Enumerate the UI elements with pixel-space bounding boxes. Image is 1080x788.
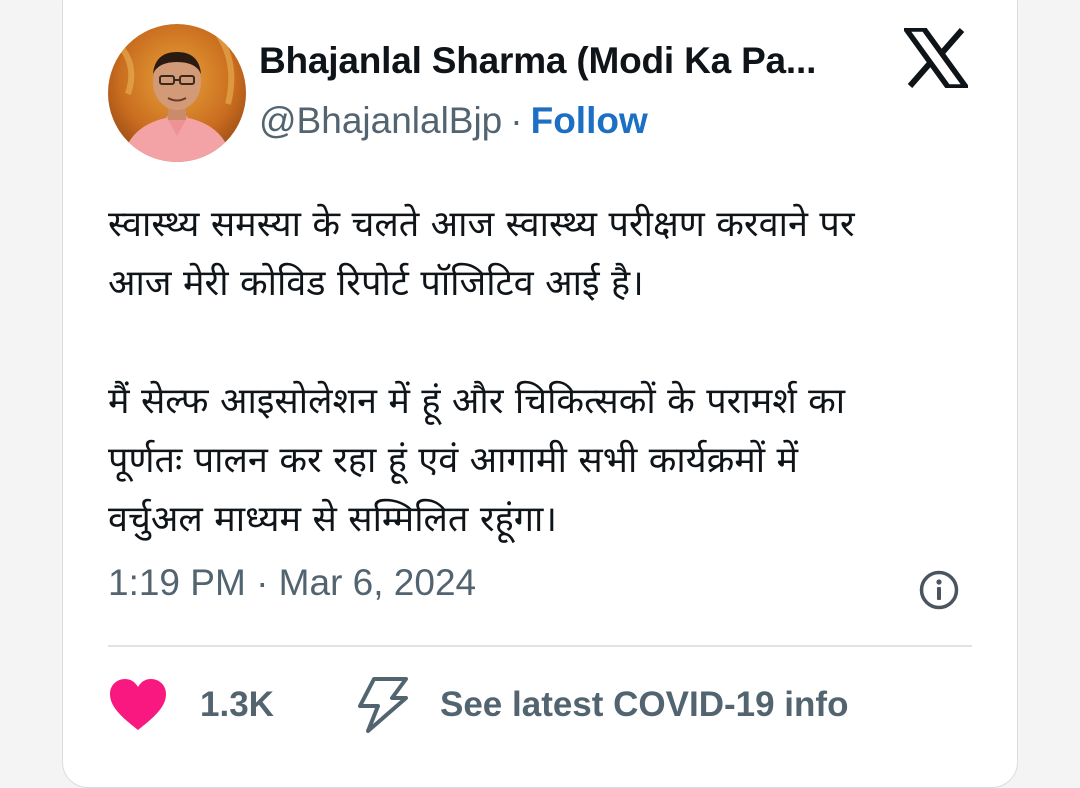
- handle-separator: ·: [510, 100, 523, 141]
- author-handle[interactable]: @BhajanlalBjp: [259, 100, 502, 141]
- author-handle-row: @BhajanlalBjp · Follow: [259, 100, 648, 142]
- covid-info-label: See latest COVID-19 info: [440, 685, 849, 724]
- action-divider: [108, 645, 972, 647]
- like-count: 1.3K: [200, 685, 274, 724]
- tweet-text: स्वास्थ्य समस्या के चलते आज स्वास्थ्य पर…: [108, 204, 855, 540]
- lightning-bolt-icon: [358, 677, 408, 733]
- like-button[interactable]: 1.3K: [108, 674, 274, 736]
- tweet-timestamp[interactable]: 1:19 PM · Mar 6, 2024: [108, 562, 476, 604]
- heart-icon: [110, 679, 166, 730]
- follow-button[interactable]: Follow: [531, 100, 648, 141]
- info-icon[interactable]: [918, 569, 960, 611]
- x-logo-icon[interactable]: [904, 28, 968, 88]
- avatar-photo: [108, 24, 246, 162]
- author-name[interactable]: Bhajanlal Sharma (Modi Ka Pa...: [259, 40, 816, 82]
- covid-info-link[interactable]: See latest COVID-19 info: [354, 674, 848, 736]
- avatar[interactable]: [108, 24, 246, 162]
